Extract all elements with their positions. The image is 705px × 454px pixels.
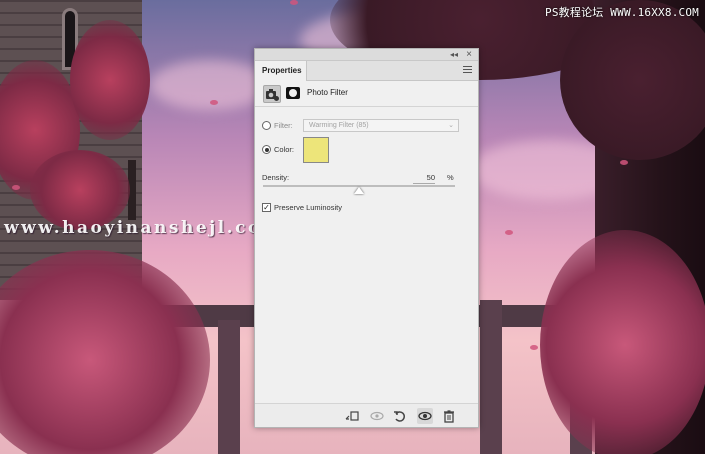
petal	[290, 0, 298, 5]
aqueduct-pillar	[480, 300, 502, 454]
density-unit: %	[447, 173, 454, 182]
panel-menu-icon[interactable]	[463, 66, 472, 74]
petal	[505, 230, 513, 235]
density-value[interactable]: 50	[413, 173, 435, 184]
flower-bush	[540, 230, 705, 454]
panel-footer	[255, 403, 478, 427]
density-label: Density:	[262, 173, 290, 182]
petal	[620, 160, 628, 165]
filter-radio[interactable]	[262, 121, 271, 130]
visibility-icon[interactable]	[417, 408, 433, 424]
panel-title-bar[interactable]: ◂◂ ×	[255, 49, 478, 61]
petal	[530, 345, 538, 350]
tab-bar: Properties	[255, 61, 478, 81]
close-icon[interactable]: ×	[466, 49, 472, 60]
adjustment-title: Photo Filter	[307, 88, 348, 97]
properties-panel: ◂◂ × Properties Photo Filter Filter: War…	[254, 48, 479, 428]
flower-bush	[0, 250, 210, 454]
color-swatch[interactable]	[303, 137, 329, 163]
tab-properties[interactable]: Properties	[255, 61, 307, 81]
petal	[210, 100, 218, 105]
collapse-icon[interactable]: ◂◂	[450, 50, 458, 60]
petal	[12, 185, 20, 190]
chevron-down-icon: ⌄	[448, 122, 454, 129]
watermark-top: PS教程论坛 WWW.16XX8.COM	[545, 6, 699, 19]
camera-icon	[266, 89, 279, 101]
clip-to-layer-icon[interactable]	[344, 408, 360, 424]
reset-icon[interactable]	[392, 408, 408, 424]
ivy	[70, 20, 150, 140]
layer-mask-icon[interactable]	[286, 87, 300, 99]
color-label: Color:	[274, 145, 295, 154]
photo-filter-adjustment-icon[interactable]	[263, 85, 281, 103]
watermark-middle: www.haoyinanshejl.com	[4, 218, 283, 238]
density-slider-thumb[interactable]	[354, 187, 364, 194]
preserve-luminosity-checkbox[interactable]: ✓	[262, 203, 271, 212]
aqueduct-pillar	[218, 320, 240, 454]
filter-select[interactable]: Warming Filter (85) ⌄	[303, 119, 459, 132]
adjustment-header: Photo Filter	[255, 81, 478, 107]
filter-label: Filter:	[274, 121, 293, 130]
delete-icon[interactable]	[441, 408, 457, 424]
tree-canopy	[560, 0, 705, 160]
view-previous-icon[interactable]	[369, 408, 385, 424]
preserve-luminosity-label: Preserve Luminosity	[274, 203, 342, 212]
color-radio[interactable]	[262, 145, 271, 154]
filter-select-value: Warming Filter (85)	[309, 122, 369, 129]
